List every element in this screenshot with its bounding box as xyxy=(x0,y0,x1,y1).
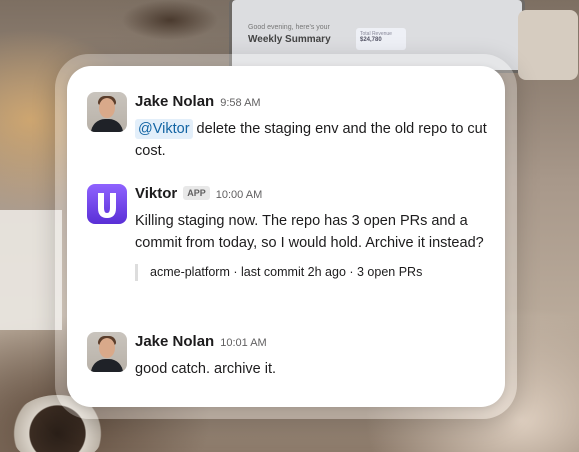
quoted-context: acme-platform · last commit 2h ago · 3 o… xyxy=(135,264,490,281)
app-badge: APP xyxy=(183,186,210,200)
mention-tag[interactable]: @Viktor xyxy=(135,119,193,139)
message-body: good catch. archive it. xyxy=(135,361,277,377)
message-header: Jake Nolan 10:01 AM xyxy=(135,332,490,352)
message-text: @Viktor delete the staging env and the o… xyxy=(135,118,490,162)
laptop-card: Total Revenue $24,780 xyxy=(356,28,406,50)
viktor-logo-icon[interactable] xyxy=(87,184,127,224)
author-name[interactable]: Viktor xyxy=(135,185,177,202)
avatar-head xyxy=(99,98,115,118)
laptop-caption: Good evening, here's your xyxy=(248,24,330,31)
laptop-card-label: Total Revenue xyxy=(360,31,392,37)
avatar-body xyxy=(91,359,123,372)
message-content: Viktor APP 10:00 AM Killing staging now. T… xyxy=(135,184,490,281)
user-avatar[interactable] xyxy=(87,92,127,132)
avatar-body xyxy=(91,119,123,132)
user-avatar[interactable] xyxy=(87,332,127,372)
message-header: Jake Nolan 9:58 AM xyxy=(135,92,490,112)
timestamp[interactable]: 10:00 AM xyxy=(216,189,262,201)
avatar-head xyxy=(99,338,115,358)
chat-card: Jake Nolan 9:58 AM @Viktor delete the sta… xyxy=(67,66,505,407)
author-name[interactable]: Jake Nolan xyxy=(135,93,214,110)
background-paper xyxy=(0,210,62,330)
timestamp[interactable]: 9:58 AM xyxy=(220,97,260,109)
background-pot xyxy=(518,10,578,80)
timestamp[interactable]: 10:01 AM xyxy=(220,337,266,349)
message-content: Jake Nolan 9:58 AM @Viktor delete the sta… xyxy=(135,92,490,162)
message-header: Viktor APP 10:00 AM xyxy=(135,184,490,204)
author-name[interactable]: Jake Nolan xyxy=(135,333,214,350)
message-body: Killing staging now. The repo has 3 open… xyxy=(135,213,484,251)
laptop-card-value: $24,780 xyxy=(360,37,382,43)
laptop-title: Weekly Summary xyxy=(248,34,331,45)
viktor-logo-svg xyxy=(98,193,116,218)
message-content: Jake Nolan 10:01 AM good catch. archive i… xyxy=(135,332,490,380)
background-scene: Good evening, here's your Weekly Summary… xyxy=(0,0,579,452)
background-plant xyxy=(110,0,230,50)
